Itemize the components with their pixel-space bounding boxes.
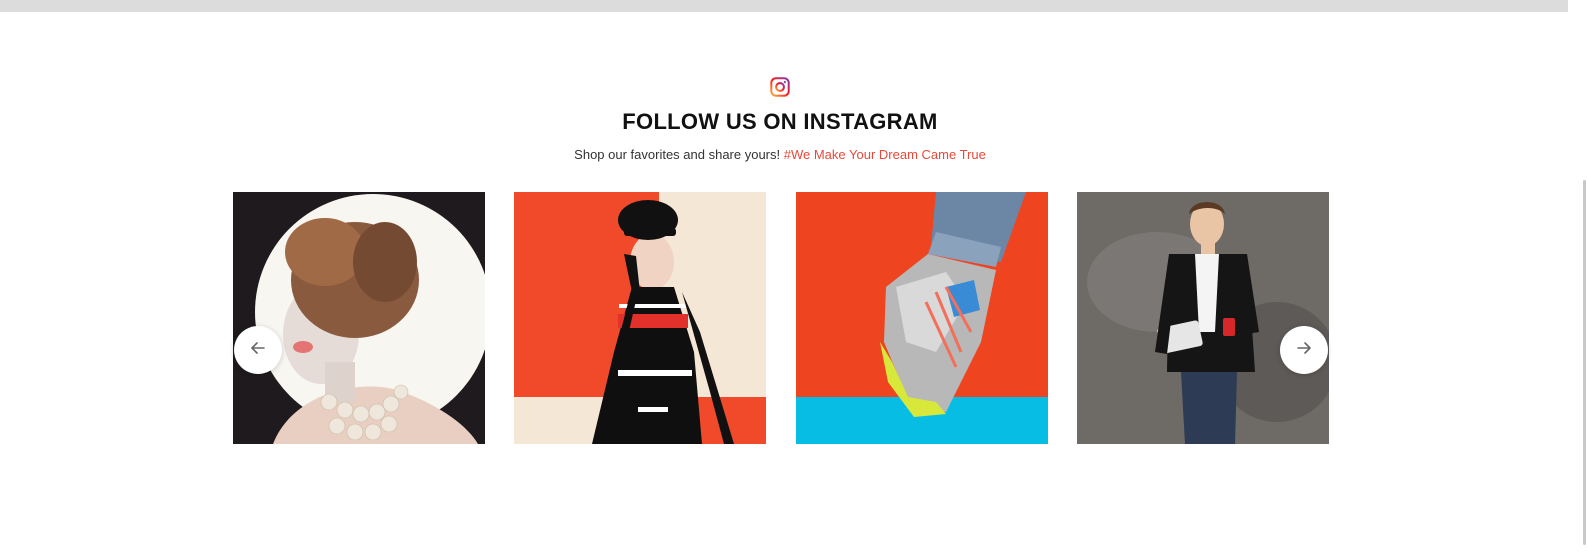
instagram-gallery: [233, 192, 1329, 444]
scrollbar-thumb[interactable]: [1583, 180, 1586, 545]
instagram-icon[interactable]: [769, 76, 791, 98]
section-subtitle: Shop our favorites and share yours! #We …: [0, 147, 1560, 162]
section-header: FOLLOW US ON INSTAGRAM Shop our favorite…: [0, 76, 1560, 162]
gallery-image-silver-sneaker[interactable]: [796, 192, 1048, 444]
subtitle-text: Shop our favorites and share yours!: [574, 147, 781, 162]
carousel-next-button[interactable]: [1280, 326, 1328, 374]
gallery-image-woman-curly-hair[interactable]: [233, 192, 485, 444]
arrow-left-icon: [248, 338, 268, 363]
subtitle-hashtag[interactable]: #We Make Your Dream Came True: [784, 147, 986, 162]
carousel-prev-button[interactable]: [234, 326, 282, 374]
browser-top-bar: [0, 0, 1568, 12]
instagram-section: FOLLOW US ON INSTAGRAM Shop our favorite…: [0, 12, 1568, 552]
section-title: FOLLOW US ON INSTAGRAM: [622, 109, 938, 134]
scrollbar[interactable]: [1568, 0, 1588, 552]
gallery-image-woman-black-hat[interactable]: [514, 192, 766, 444]
gallery-image-man-blazer[interactable]: [1077, 192, 1329, 444]
arrow-right-icon: [1294, 338, 1314, 363]
